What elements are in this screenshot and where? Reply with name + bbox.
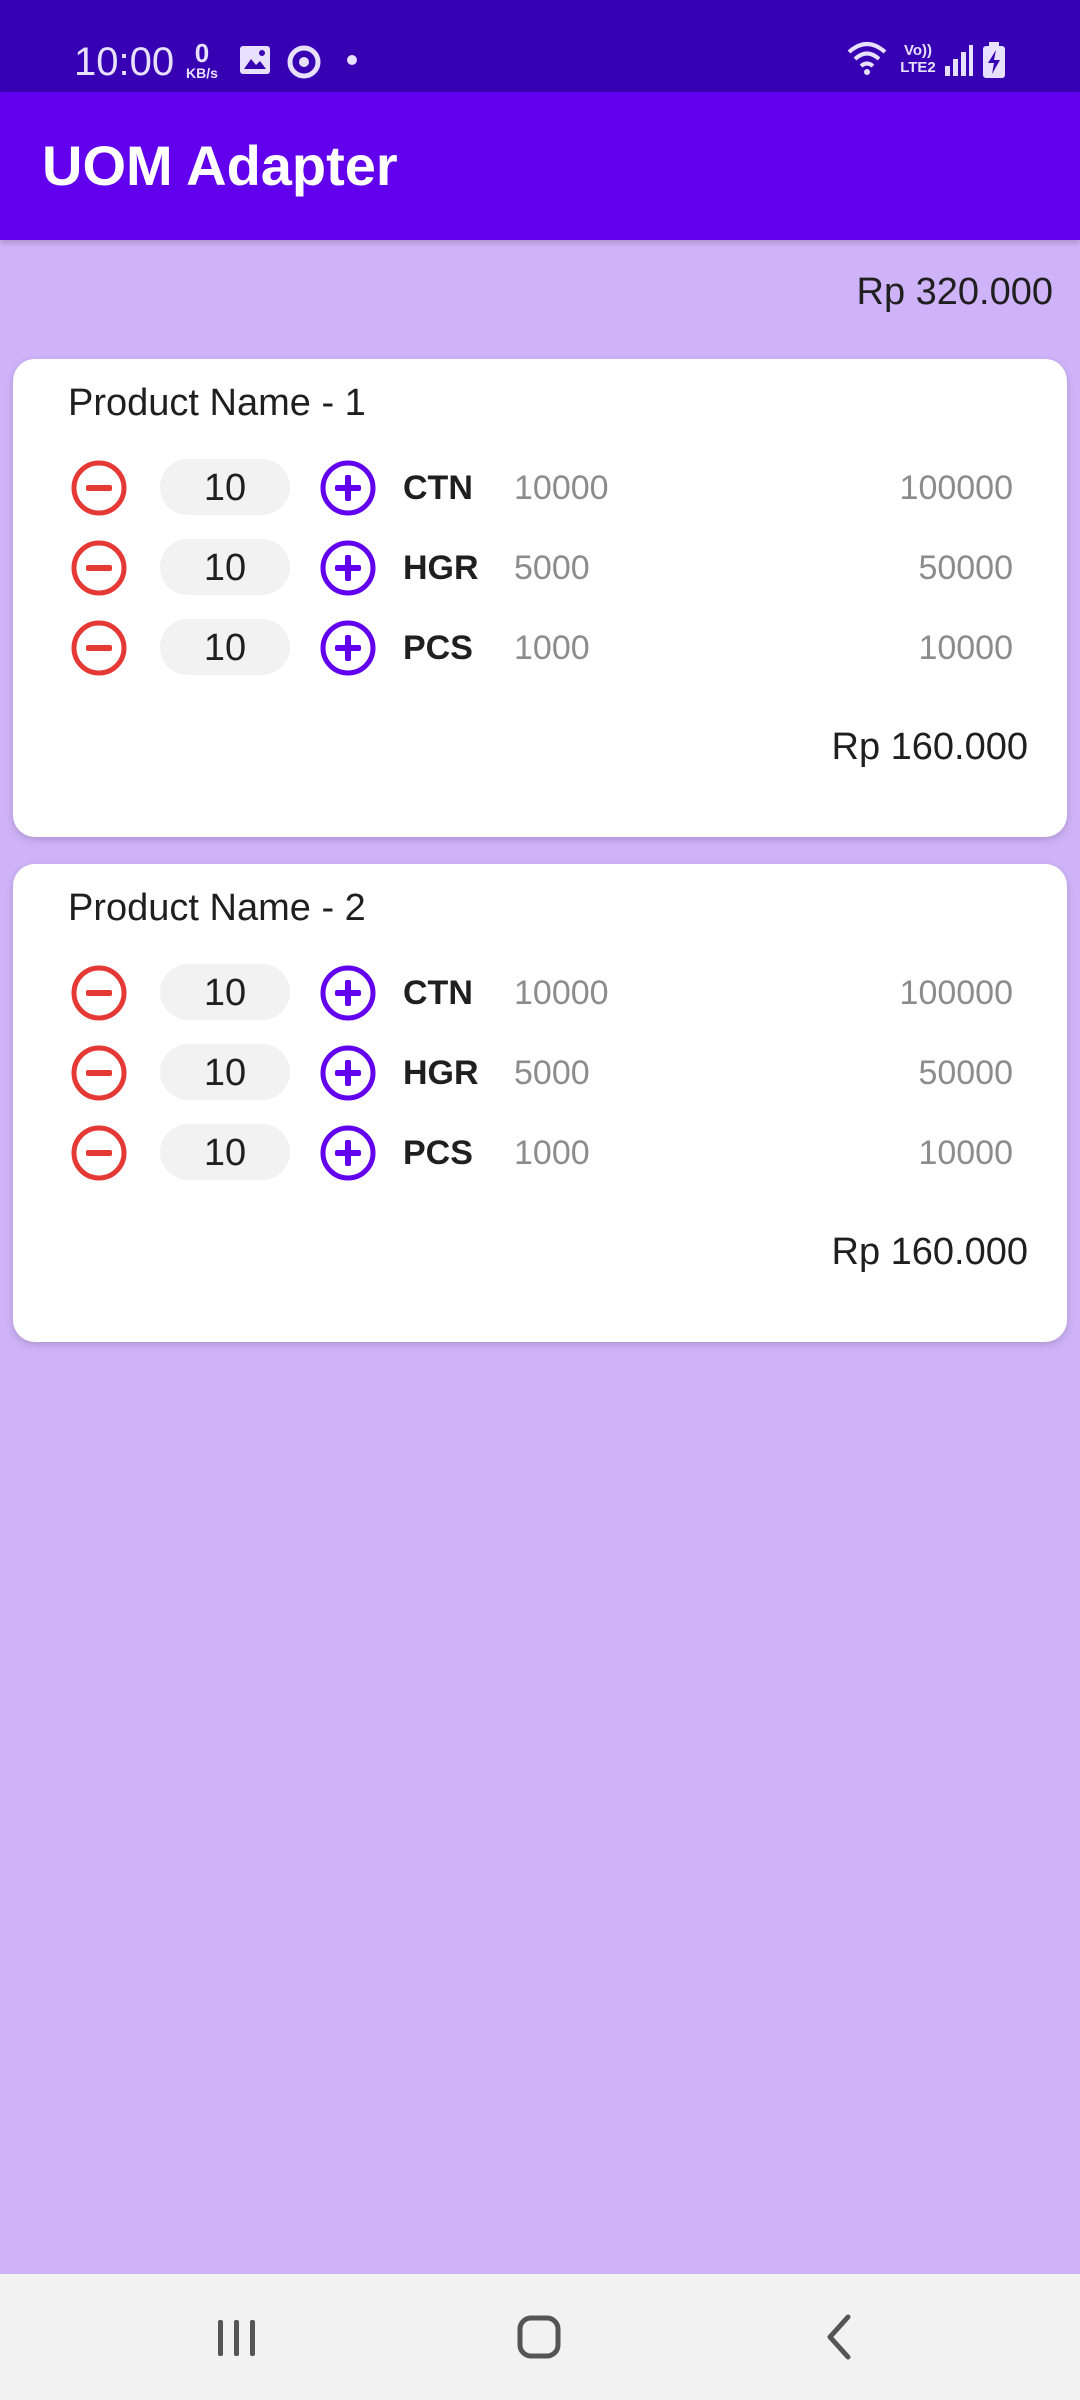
product-card: Product Name - 2 10 CTN 10000 100000 10 … (13, 864, 1067, 1342)
product-card: Product Name - 1 10 CTN 10000 100000 10 … (13, 359, 1067, 837)
battery-charging-icon (983, 42, 1005, 78)
uom-price: 10000 (514, 469, 609, 507)
sync-icon (287, 45, 321, 79)
plus-icon[interactable] (319, 1124, 377, 1182)
lte-label: LTE2 (900, 59, 936, 76)
uom-unit: HGR (403, 1054, 479, 1092)
uom-row: 10 PCS 1000 10000 (13, 1116, 1067, 1186)
plus-icon[interactable] (319, 1044, 377, 1102)
uom-subtotal: 10000 (918, 629, 1013, 667)
uom-price: 5000 (514, 549, 590, 587)
uom-unit: PCS (403, 629, 473, 667)
grand-total: Rp 320.000 (856, 271, 1054, 313)
network-speed-unit: KB/s (186, 65, 218, 81)
home-icon[interactable] (494, 2302, 584, 2372)
minus-icon[interactable] (70, 1124, 128, 1182)
uom-price: 1000 (514, 1134, 590, 1172)
status-bar: 10:00 0 KB/s Vo)) LTE2 (0, 0, 1080, 92)
product-name: Product Name - 2 (68, 887, 366, 929)
uom-row: 10 HGR 5000 50000 (13, 531, 1067, 601)
uom-price: 5000 (514, 1054, 590, 1092)
image-icon (240, 46, 270, 74)
uom-subtotal: 100000 (899, 974, 1013, 1012)
status-time: 10:00 (74, 40, 175, 84)
uom-unit: HGR (403, 549, 479, 587)
uom-price: 1000 (514, 629, 590, 667)
navigation-bar (0, 2274, 1080, 2400)
dot-icon (347, 55, 357, 65)
plus-icon[interactable] (319, 964, 377, 1022)
uom-subtotal: 10000 (918, 1134, 1013, 1172)
uom-unit: CTN (403, 469, 473, 507)
quantity-field[interactable]: 10 (160, 459, 290, 515)
network-speed: 0 KB/s (183, 40, 221, 80)
signal-icon (945, 45, 973, 76)
plus-icon[interactable] (319, 459, 377, 517)
uom-unit: PCS (403, 1134, 473, 1172)
volte-icon: Vo)) LTE2 (896, 42, 940, 76)
recent-apps-icon[interactable] (192, 2302, 282, 2372)
uom-row: 10 CTN 10000 100000 (13, 956, 1067, 1026)
uom-unit: CTN (403, 974, 473, 1012)
wifi-icon (847, 42, 887, 75)
product-total: Rp 160.000 (831, 726, 1029, 768)
volte-label: Vo)) (903, 42, 933, 59)
uom-subtotal: 100000 (899, 469, 1013, 507)
app-bar: UOM Adapter (0, 92, 1080, 240)
quantity-field[interactable]: 10 (160, 1044, 290, 1100)
quantity-field[interactable]: 10 (160, 1124, 290, 1180)
app-title: UOM Adapter (42, 134, 398, 197)
plus-icon[interactable] (319, 619, 377, 677)
product-total: Rp 160.000 (831, 1231, 1029, 1273)
uom-row: 10 CTN 10000 100000 (13, 451, 1067, 521)
minus-icon[interactable] (70, 964, 128, 1022)
uom-row: 10 PCS 1000 10000 (13, 611, 1067, 681)
uom-subtotal: 50000 (918, 549, 1013, 587)
uom-price: 10000 (514, 974, 609, 1012)
back-icon[interactable] (796, 2302, 886, 2372)
uom-row: 10 HGR 5000 50000 (13, 1036, 1067, 1106)
uom-subtotal: 50000 (918, 1054, 1013, 1092)
product-name: Product Name - 1 (68, 382, 366, 424)
minus-icon[interactable] (70, 1044, 128, 1102)
quantity-field[interactable]: 10 (160, 539, 290, 595)
quantity-field[interactable]: 10 (160, 964, 290, 1020)
minus-icon[interactable] (70, 619, 128, 677)
quantity-field[interactable]: 10 (160, 619, 290, 675)
network-speed-value: 0 (194, 38, 210, 68)
minus-icon[interactable] (70, 459, 128, 517)
plus-icon[interactable] (319, 539, 377, 597)
minus-icon[interactable] (70, 539, 128, 597)
